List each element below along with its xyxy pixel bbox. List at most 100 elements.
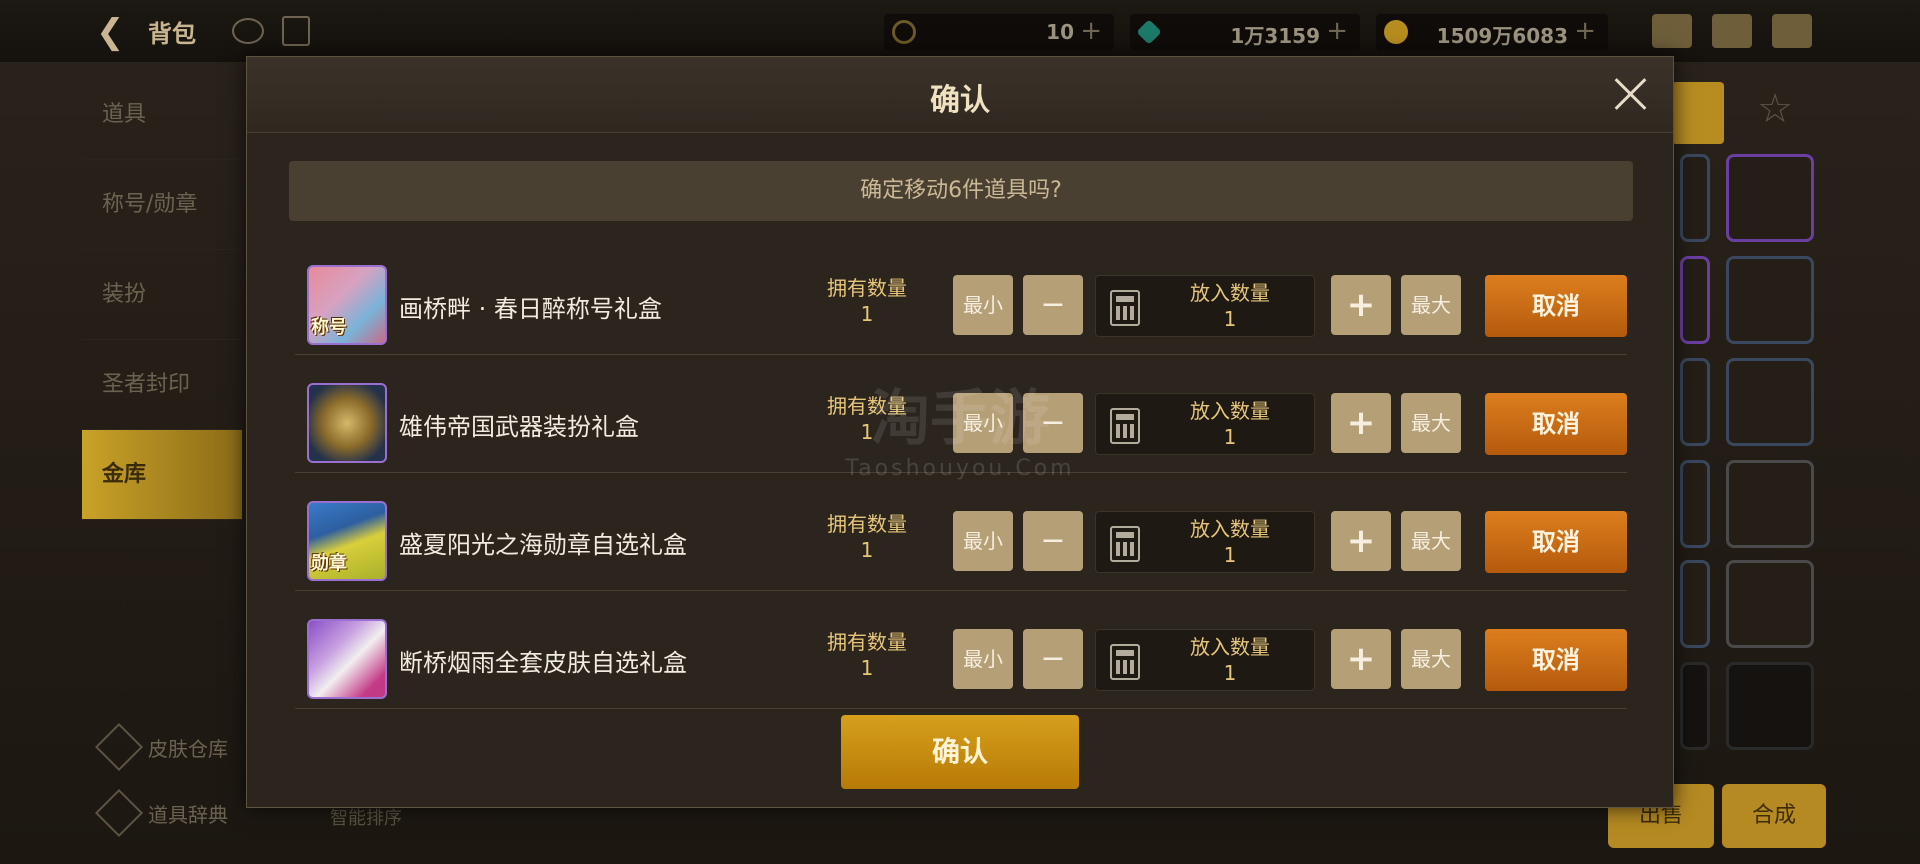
inventory-slot[interactable] xyxy=(1680,154,1710,242)
combine-button[interactable]: 合成 xyxy=(1722,784,1826,848)
gold-coin-icon xyxy=(1384,20,1408,44)
book-icon[interactable] xyxy=(282,16,310,46)
item-tag: 勋章 xyxy=(311,553,347,574)
quantity-label: 放入数量 xyxy=(1190,635,1270,659)
minus-icon[interactable]: − xyxy=(1023,275,1083,335)
item-tag: 称号 xyxy=(311,317,347,338)
quantity-display: 放入数量 1 xyxy=(1150,516,1310,568)
quantity-field[interactable]: 放入数量 1 xyxy=(1095,393,1315,455)
close-icon[interactable] xyxy=(1613,75,1649,111)
add-currency-button[interactable]: + xyxy=(1080,16,1102,46)
inventory-slot[interactable] xyxy=(1680,662,1710,750)
top-bar: ❮ 背包 10 + 1万3159 + 1509万6083 + xyxy=(0,0,1920,62)
owned-label: 拥有数量 xyxy=(827,276,907,300)
item-row: 雄伟帝国武器装扮礼盒 拥有数量 1 最小 − 放入数量 1 + 最大 取消 xyxy=(295,355,1627,473)
menu-item-outfits[interactable]: 装扮 xyxy=(82,250,242,340)
cancel-button[interactable]: 取消 xyxy=(1485,275,1627,337)
calculator-icon[interactable] xyxy=(1110,290,1140,326)
inventory-slot[interactable] xyxy=(1726,358,1814,446)
minus-icon[interactable]: − xyxy=(1023,393,1083,453)
mail-icon[interactable] xyxy=(1712,14,1752,48)
item-name: 断桥烟雨全套皮肤自选礼盒 xyxy=(399,649,687,677)
min-button[interactable]: 最小 xyxy=(953,393,1013,453)
inventory-slot[interactable] xyxy=(1726,154,1814,242)
add-currency-button[interactable]: + xyxy=(1326,16,1348,46)
item-row: 断桥烟雨全套皮肤自选礼盒 拥有数量 1 最小 − 放入数量 1 + 最大 取消 xyxy=(295,591,1627,709)
quantity-field[interactable]: 放入数量 1 xyxy=(1095,629,1315,691)
plus-icon[interactable]: + xyxy=(1331,511,1391,571)
character-portrait-icon xyxy=(307,619,387,699)
currency-value: 1509万6083 xyxy=(1436,24,1568,48)
owned-count: 拥有数量 1 xyxy=(817,511,917,563)
bag-shop-icon[interactable] xyxy=(1652,14,1692,48)
owned-count: 拥有数量 1 xyxy=(817,629,917,681)
calculator-icon[interactable] xyxy=(1110,526,1140,562)
gift-box-icon: 称号 xyxy=(307,265,387,345)
link-label: 皮肤仓库 xyxy=(148,736,228,761)
owned-value: 1 xyxy=(860,420,874,444)
quantity-label: 放入数量 xyxy=(1190,281,1270,305)
cancel-button[interactable]: 取消 xyxy=(1485,393,1627,455)
inventory-slot[interactable] xyxy=(1680,358,1710,446)
owned-label: 拥有数量 xyxy=(827,512,907,536)
calculator-icon[interactable] xyxy=(1110,408,1140,444)
cancel-button[interactable]: 取消 xyxy=(1485,511,1627,573)
diamond-icon xyxy=(94,722,144,772)
moon-token-icon xyxy=(892,20,916,44)
item-dictionary-link[interactable]: 道具辞典 xyxy=(94,788,228,838)
item-name: 雄伟帝国武器装扮礼盒 xyxy=(399,413,639,441)
inventory-slot[interactable] xyxy=(1726,460,1814,548)
chat-icon[interactable] xyxy=(1772,14,1812,48)
quantity-display: 放入数量 1 xyxy=(1150,398,1310,450)
dialog-header: 确认 xyxy=(247,57,1673,133)
inventory-slot[interactable] xyxy=(1680,460,1710,548)
star-icon[interactable]: ☆ xyxy=(1752,86,1798,132)
menu-item-seal[interactable]: 圣者封印 xyxy=(82,340,242,430)
diamond-icon xyxy=(94,788,144,838)
owned-count: 拥有数量 1 xyxy=(817,275,917,327)
add-currency-button[interactable]: + xyxy=(1574,16,1596,46)
calculator-icon[interactable] xyxy=(1110,644,1140,680)
minus-icon[interactable]: − xyxy=(1023,629,1083,689)
owned-value: 1 xyxy=(860,538,874,562)
inventory-slot[interactable] xyxy=(1726,256,1814,344)
minus-icon[interactable]: − xyxy=(1023,511,1083,571)
plus-icon[interactable]: + xyxy=(1331,275,1391,335)
quantity-value: 1 xyxy=(1223,425,1237,449)
quantity-label: 放入数量 xyxy=(1190,399,1270,423)
inventory-slot[interactable] xyxy=(1680,256,1710,344)
menu-item-vault[interactable]: 金库 xyxy=(82,430,242,520)
owned-label: 拥有数量 xyxy=(827,630,907,654)
inventory-slot[interactable] xyxy=(1726,560,1814,648)
owned-value: 1 xyxy=(860,656,874,680)
skin-warehouse-link[interactable]: 皮肤仓库 xyxy=(94,722,228,772)
mask-icon xyxy=(307,383,387,463)
min-button[interactable]: 最小 xyxy=(953,275,1013,335)
owned-value: 1 xyxy=(860,302,874,326)
currency-gold: 1509万6083 + xyxy=(1376,14,1608,50)
inventory-slot[interactable] xyxy=(1726,662,1814,750)
min-button[interactable]: 最小 xyxy=(953,511,1013,571)
quantity-field[interactable]: 放入数量 1 xyxy=(1095,511,1315,573)
item-row: 勋章 盛夏阳光之海勋章自选礼盒 拥有数量 1 最小 − 放入数量 1 + 最大 … xyxy=(295,473,1627,591)
plus-icon[interactable]: + xyxy=(1331,393,1391,453)
cancel-button[interactable]: 取消 xyxy=(1485,629,1627,691)
back-arrow-icon[interactable]: ❮ xyxy=(96,14,132,50)
item-name: 盛夏阳光之海勋章自选礼盒 xyxy=(399,531,687,559)
max-button[interactable]: 最大 xyxy=(1401,393,1461,453)
max-button[interactable]: 最大 xyxy=(1401,275,1461,335)
currency-value: 10 xyxy=(1046,20,1074,44)
plus-icon[interactable]: + xyxy=(1331,629,1391,689)
inventory-slot[interactable] xyxy=(1680,560,1710,648)
dialog-title: 确认 xyxy=(930,83,990,118)
quantity-field[interactable]: 放入数量 1 xyxy=(1095,275,1315,337)
max-button[interactable]: 最大 xyxy=(1401,511,1461,571)
eye-icon[interactable] xyxy=(232,18,264,44)
max-button[interactable]: 最大 xyxy=(1401,629,1461,689)
confirm-button[interactable]: 确认 xyxy=(841,715,1079,789)
tab-active[interactable] xyxy=(1672,82,1724,144)
menu-item-props[interactable]: 道具 xyxy=(82,70,242,160)
quantity-value: 1 xyxy=(1223,307,1237,331)
menu-item-titles[interactable]: 称号/勋章 xyxy=(82,160,242,250)
min-button[interactable]: 最小 xyxy=(953,629,1013,689)
